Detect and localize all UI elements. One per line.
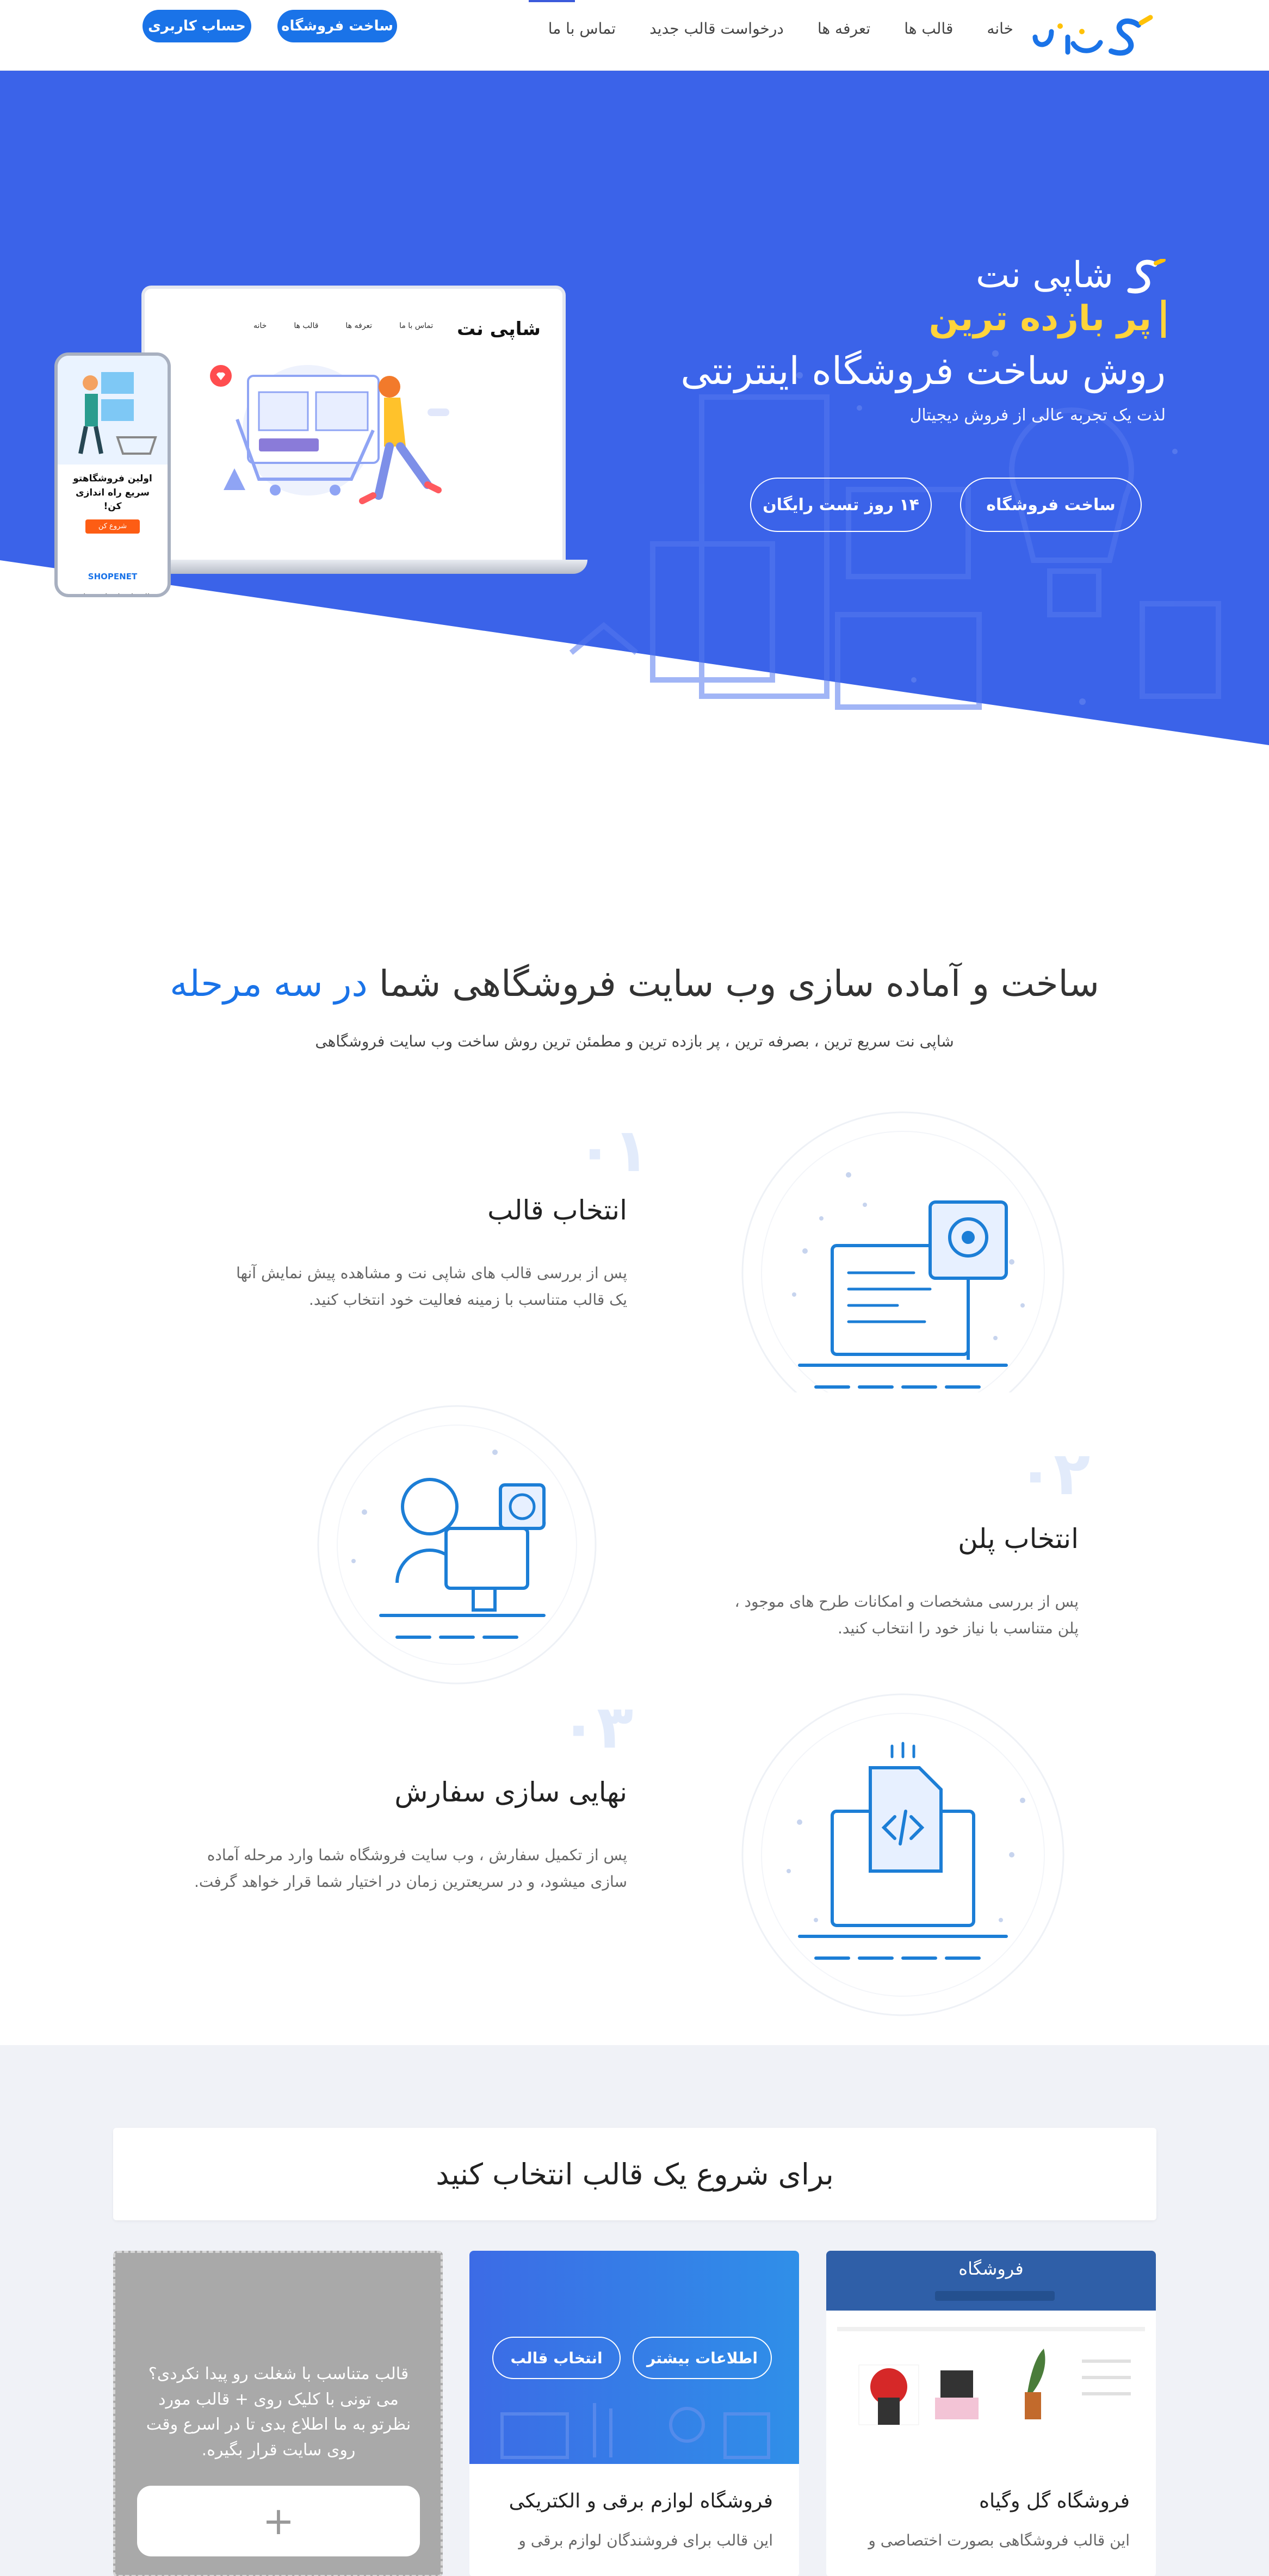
phone-title: اولین فروشگاهتو سریع راه اندازی کن! xyxy=(73,473,152,512)
hero-brand: شاپی نت xyxy=(976,254,1166,296)
laptop-base xyxy=(120,560,587,574)
step-3-number: ۰۳ xyxy=(560,1692,634,1762)
plus-icon: + xyxy=(262,2499,295,2543)
laptop-mockup: شاپی نت تماس با ما تعرفه ها قالب ها خانه xyxy=(120,286,587,579)
step-1-title: انتخاب قالب xyxy=(487,1194,627,1226)
site-logo[interactable] xyxy=(1030,10,1160,64)
nav-request-template[interactable]: درخواست قالب جدید xyxy=(649,20,784,38)
phone-mockup: اولین فروشگاهتو سریع راه اندازی کن! شروع… xyxy=(54,352,171,597)
template-card-electrical-shop[interactable]: اطلاعات بیشتر انتخاب قالب فروشگاه لوازم … xyxy=(469,2251,799,2576)
step-2-desc: پس از بررسی مشخصات و امکانات طرح های موج… xyxy=(734,1593,1079,1637)
laptop-nav: تماس با ما تعرفه ها قالب ها خانه xyxy=(253,321,433,330)
card-action-buttons: اطلاعات بیشتر انتخاب قالب xyxy=(492,2337,772,2379)
create-shop-button[interactable]: ساخت فروشگاه xyxy=(277,10,397,42)
nav-templates[interactable]: قالب ها xyxy=(904,20,953,38)
brand-logo-icon xyxy=(1127,259,1166,294)
step-1-desc: پس از بررسی قالب های شاپی نت و مشاهده پی… xyxy=(236,1264,627,1309)
add-template-button[interactable]: + xyxy=(137,2486,420,2556)
template-card-title: فروشگاه گل وگیاه xyxy=(979,2490,1130,2512)
hero-title: روش ساخت فروشگاه اینترنتی xyxy=(680,348,1166,393)
nav-home[interactable]: خانه xyxy=(987,20,1013,38)
flower-shop-preview xyxy=(826,2251,1156,2464)
select-template-illustration xyxy=(741,1111,1064,1392)
custom-template-text: قالب متناسب با شغلت رو پیدا نکردی؟ می تو… xyxy=(146,2364,411,2460)
account-button[interactable]: حساب کاربری xyxy=(143,10,251,42)
step-3-title: نهایی سازی سفارش xyxy=(394,1776,627,1808)
shopping-illustration xyxy=(210,365,449,504)
phone-brand-label: SHOPENET xyxy=(88,571,138,581)
laptop-nav-item: تماس با ما xyxy=(399,321,434,330)
steps-subtitle: شاپی نت سریع ترین ، بصرفه ترین ، پر بازد… xyxy=(315,1032,954,1050)
template-card-flower-shop[interactable]: فروشگاه فروشگاه گل وگیاه این قالب فروشگا… xyxy=(826,2251,1156,2576)
laptop-screen: شاپی نت تماس با ما تعرفه ها قالب ها خانه xyxy=(141,286,566,563)
template-card-desc: این قالب برای فروشندگان لوازم برقی و xyxy=(518,2531,773,2549)
custom-template-card[interactable]: قالب متناسب با شغلت رو پیدا نکردی؟ می تو… xyxy=(113,2251,443,2576)
nav-active-indicator xyxy=(529,0,575,2)
step-2-title: انتخاب پلن xyxy=(958,1523,1079,1555)
step-2-number: ۰۲ xyxy=(1017,1439,1091,1508)
site-header: خانه قالب ها تعرفه ها درخواست قالب جدید … xyxy=(0,0,1269,71)
hero-brand-text: شاپی نت xyxy=(976,254,1113,296)
steps-heading: ساخت و آماده سازی وب سایت فروشگاهی شما د… xyxy=(0,963,1269,1005)
step-1-number: ۰۱ xyxy=(577,1116,650,1185)
hero-section: شاپی نت تماس با ما تعرفه ها قالب ها خانه xyxy=(0,71,1269,751)
more-info-button[interactable]: اطلاعات بیشتر xyxy=(633,2337,772,2379)
steps-heading-highlight: در سه مرحله xyxy=(170,963,368,1005)
flower-shop-preview-label: فروشگاه xyxy=(958,2258,1024,2279)
phone-start-button: شروع کن xyxy=(85,519,140,534)
step-3-desc: پس از تکمیل سفارش ، وب سایت فروشگاه شما … xyxy=(194,1846,627,1891)
nav-contact[interactable]: تماس با ما xyxy=(548,20,616,38)
template-card-title: فروشگاه لوازم برقی و الکتریکی xyxy=(509,2490,773,2512)
phone-text: قالب انتخاب کن سایتتو بساز xyxy=(71,591,154,597)
finalize-order-illustration xyxy=(741,1693,1064,2016)
laptop-brand: شاپی نت xyxy=(457,318,541,340)
hero-create-shop-button[interactable]: ساخت فروشگاه xyxy=(960,478,1142,532)
steps-heading-main: ساخت و آماده سازی وب سایت فروشگاهی شما xyxy=(379,963,1099,1005)
nav-pricing[interactable]: تعرفه ها xyxy=(818,20,870,38)
select-template-button[interactable]: انتخاب قالب xyxy=(492,2337,621,2379)
laptop-nav-item: خانه xyxy=(253,321,267,330)
main-nav: خانه قالب ها تعرفه ها درخواست قالب جدید … xyxy=(548,20,1013,38)
templates-heading: برای شروع یک قالب انتخاب کنید xyxy=(113,2128,1156,2220)
hero-free-trial-button[interactable]: ۱۴ روز تست رایگان xyxy=(750,478,932,532)
select-plan-illustration xyxy=(317,1405,597,1685)
hero-buttons: ساخت فروشگاه ۱۴ روز تست رایگان xyxy=(750,478,1142,532)
template-card-desc: این قالب فروشگاهی بصورت اختصاصی و xyxy=(868,2531,1130,2549)
hero-subtitle: لذت یک تجربه عالی از فروش دیجیتال xyxy=(909,406,1166,425)
laptop-nav-item: قالب ها xyxy=(294,321,319,330)
laptop-nav-item: تعرفه ها xyxy=(345,321,373,330)
hero-speed-text: پر بازده ترین xyxy=(929,299,1166,338)
hero-text: شاپی نت پر بازده ترین روش ساخت فروشگاه ا… xyxy=(676,254,1166,425)
